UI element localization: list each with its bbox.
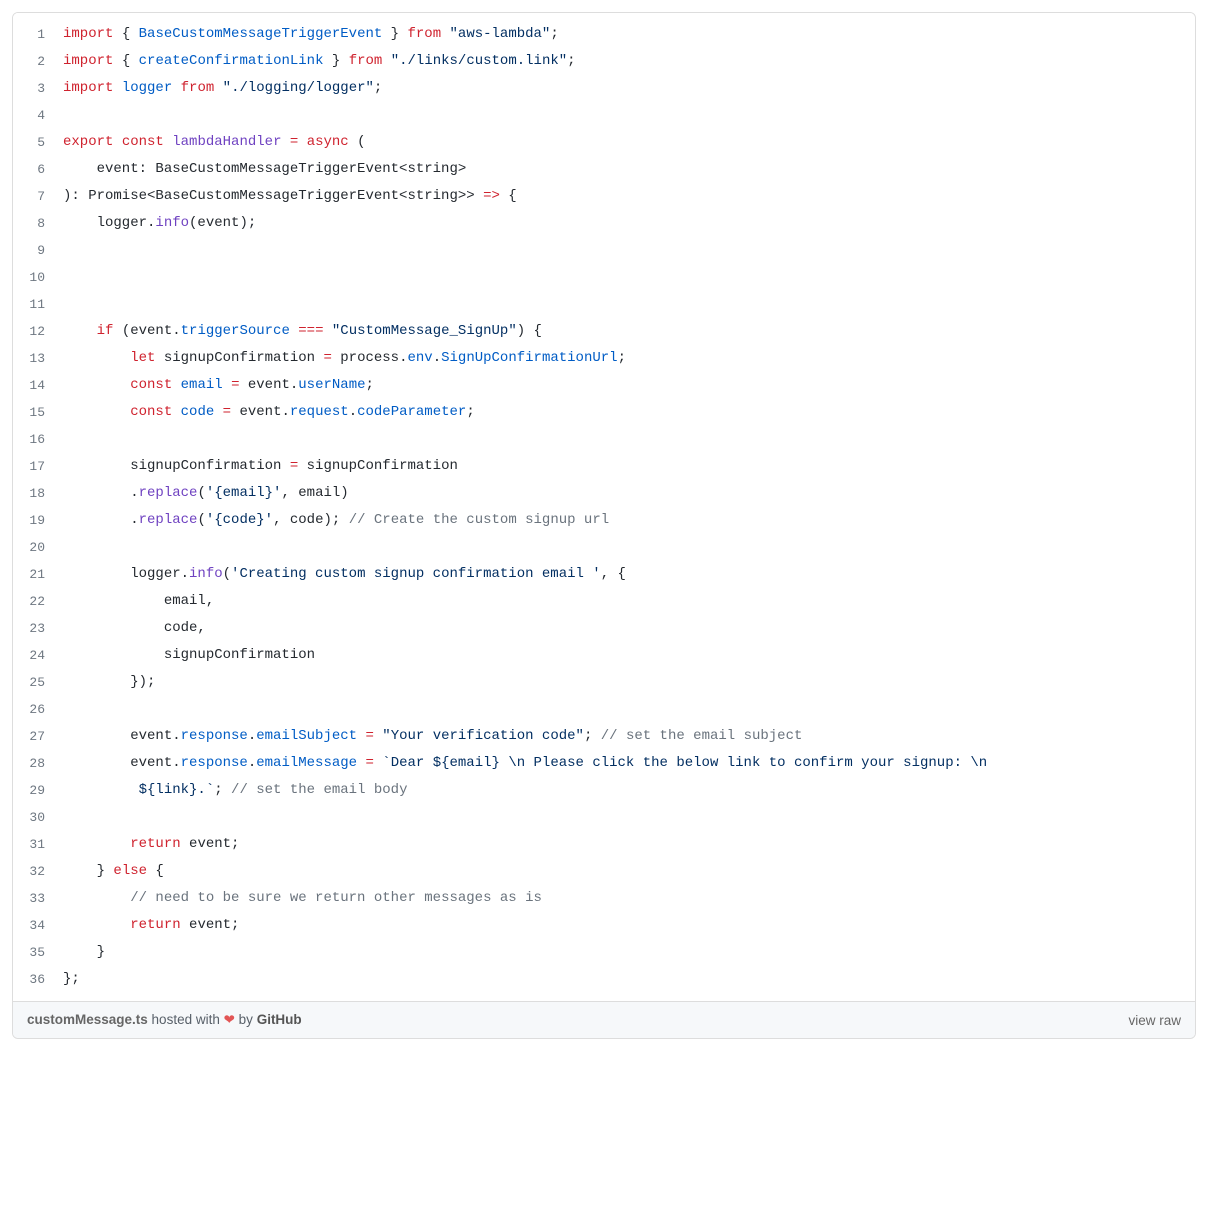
line-number[interactable]: 4 [13, 102, 59, 129]
line-number[interactable]: 24 [13, 642, 59, 669]
code-line [63, 426, 1183, 453]
line-number[interactable]: 2 [13, 48, 59, 75]
code-line: email, [63, 588, 1183, 615]
code-line: const email = event.userName; [63, 372, 1183, 399]
line-number[interactable]: 34 [13, 912, 59, 939]
line-number[interactable]: 13 [13, 345, 59, 372]
heart-icon: ❤ [224, 1012, 235, 1027]
line-number[interactable]: 16 [13, 426, 59, 453]
code-line: logger.info(event); [63, 210, 1183, 237]
line-number[interactable]: 12 [13, 318, 59, 345]
code-line [63, 291, 1183, 318]
code-line [63, 696, 1183, 723]
code-line: event.response.emailSubject = "Your veri… [63, 723, 1183, 750]
line-number[interactable]: 30 [13, 804, 59, 831]
line-number[interactable]: 19 [13, 507, 59, 534]
line-number[interactable]: 18 [13, 480, 59, 507]
line-number[interactable]: 27 [13, 723, 59, 750]
line-number[interactable]: 28 [13, 750, 59, 777]
code-line: ): Promise<BaseCustomMessageTriggerEvent… [63, 183, 1183, 210]
filename-link[interactable]: customMessage.ts [27, 1012, 148, 1027]
code-line: code, [63, 615, 1183, 642]
code-area: 1234567891011121314151617181920212223242… [13, 13, 1195, 1001]
line-number[interactable]: 3 [13, 75, 59, 102]
line-number[interactable]: 11 [13, 291, 59, 318]
line-number[interactable]: 32 [13, 858, 59, 885]
line-number[interactable]: 14 [13, 372, 59, 399]
line-number[interactable]: 6 [13, 156, 59, 183]
code-line: return event; [63, 912, 1183, 939]
code-content[interactable]: import { BaseCustomMessageTriggerEvent }… [59, 13, 1195, 1001]
code-line: import { createConfirmationLink } from "… [63, 48, 1183, 75]
line-number[interactable]: 7 [13, 183, 59, 210]
line-number-gutter: 1234567891011121314151617181920212223242… [13, 13, 59, 1001]
line-number[interactable]: 23 [13, 615, 59, 642]
line-number[interactable]: 10 [13, 264, 59, 291]
by-text: by [239, 1012, 257, 1027]
line-number[interactable]: 5 [13, 129, 59, 156]
code-line: }; [63, 966, 1183, 993]
github-link[interactable]: GitHub [257, 1012, 302, 1027]
line-number[interactable]: 25 [13, 669, 59, 696]
line-number[interactable]: 33 [13, 885, 59, 912]
line-number[interactable]: 8 [13, 210, 59, 237]
line-number[interactable]: 22 [13, 588, 59, 615]
hosted-text: hosted with [148, 1012, 224, 1027]
line-number[interactable]: 15 [13, 399, 59, 426]
line-number[interactable]: 36 [13, 966, 59, 993]
code-line: logger.info('Creating custom signup conf… [63, 561, 1183, 588]
code-line: // need to be sure we return other messa… [63, 885, 1183, 912]
code-line [63, 534, 1183, 561]
gist-container: 1234567891011121314151617181920212223242… [12, 12, 1196, 1039]
code-line: return event; [63, 831, 1183, 858]
line-number[interactable]: 31 [13, 831, 59, 858]
line-number[interactable]: 26 [13, 696, 59, 723]
code-line: signupConfirmation = signupConfirmation [63, 453, 1183, 480]
code-line: event: BaseCustomMessageTriggerEvent<str… [63, 156, 1183, 183]
line-number[interactable]: 29 [13, 777, 59, 804]
line-number[interactable]: 1 [13, 21, 59, 48]
view-raw-link[interactable]: view raw [1128, 1013, 1181, 1028]
code-line [63, 237, 1183, 264]
code-line: .replace('{email}', email) [63, 480, 1183, 507]
code-line: const code = event.request.codeParameter… [63, 399, 1183, 426]
line-number[interactable]: 17 [13, 453, 59, 480]
code-line: let signupConfirmation = process.env.Sig… [63, 345, 1183, 372]
code-line: signupConfirmation [63, 642, 1183, 669]
code-line: import logger from "./logging/logger"; [63, 75, 1183, 102]
code-line: } [63, 939, 1183, 966]
code-line: event.response.emailMessage = `Dear ${em… [63, 750, 1183, 777]
footer-left: customMessage.ts hosted with ❤ by GitHub [27, 1012, 302, 1028]
code-line: .replace('{code}', code); // Create the … [63, 507, 1183, 534]
line-number[interactable]: 9 [13, 237, 59, 264]
code-line: export const lambdaHandler = async ( [63, 129, 1183, 156]
code-line: ${link}.`; // set the email body [63, 777, 1183, 804]
code-line: } else { [63, 858, 1183, 885]
code-line: if (event.triggerSource === "CustomMessa… [63, 318, 1183, 345]
code-line [63, 102, 1183, 129]
line-number[interactable]: 21 [13, 561, 59, 588]
line-number[interactable]: 35 [13, 939, 59, 966]
code-line: }); [63, 669, 1183, 696]
code-line [63, 804, 1183, 831]
code-line: import { BaseCustomMessageTriggerEvent }… [63, 21, 1183, 48]
line-number[interactable]: 20 [13, 534, 59, 561]
gist-footer: customMessage.ts hosted with ❤ by GitHub… [13, 1001, 1195, 1038]
code-line [63, 264, 1183, 291]
